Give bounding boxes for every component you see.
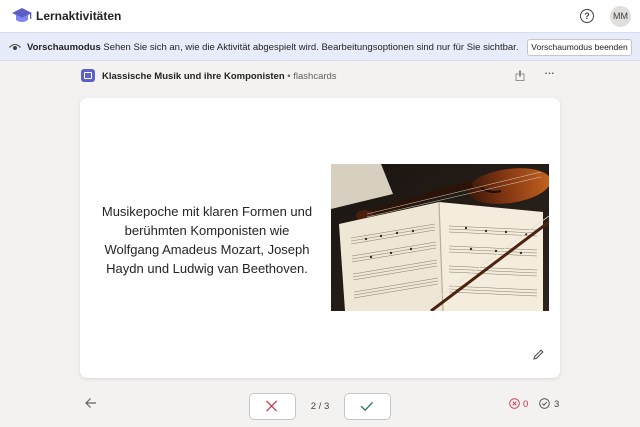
- preview-label: Vorschaumodus: [27, 42, 101, 53]
- arrow-left-icon[interactable]: [83, 396, 99, 410]
- preview-message: Vorschaumodus Sehen Sie sich an, wie die…: [27, 42, 518, 53]
- checkmark-icon: [360, 401, 374, 412]
- mark-right-button[interactable]: [344, 393, 391, 420]
- flashcard-text: Musikepoche mit klaren Formen und berühm…: [101, 204, 313, 276]
- edit-icon[interactable]: [532, 348, 545, 361]
- exit-preview-button[interactable]: Vorschaumodus beenden: [527, 39, 632, 56]
- avatar[interactable]: MM: [610, 6, 631, 27]
- more-options-button[interactable]: ···: [541, 66, 557, 80]
- deck-title: Klassische Musik und ihre Komponisten • …: [102, 71, 337, 82]
- share-icon[interactable]: [515, 70, 525, 81]
- wrong-count: 0: [523, 399, 529, 410]
- preview-description: Sehen Sie sich an, wie die Aktivität abg…: [103, 42, 519, 53]
- check-circle-icon: [539, 398, 550, 409]
- graduation-cap-icon: [12, 8, 32, 22]
- right-count: 3: [554, 399, 560, 410]
- app-header: Lernaktivitäten ? MM: [0, 0, 640, 32]
- mark-wrong-button[interactable]: [249, 393, 296, 420]
- flashcard-image: [331, 164, 549, 311]
- help-button[interactable]: ?: [580, 9, 594, 23]
- eye-icon: [9, 43, 21, 50]
- close-icon: [266, 400, 278, 412]
- wrong-circle-icon: [509, 398, 520, 409]
- deck-kind: • flashcards: [287, 71, 337, 82]
- app-title: Lernaktivitäten: [36, 9, 122, 23]
- deck-name: Klassische Musik und ihre Komponisten: [102, 71, 285, 82]
- deck-icon: [81, 69, 95, 82]
- card-progress: 2 / 3: [310, 401, 330, 412]
